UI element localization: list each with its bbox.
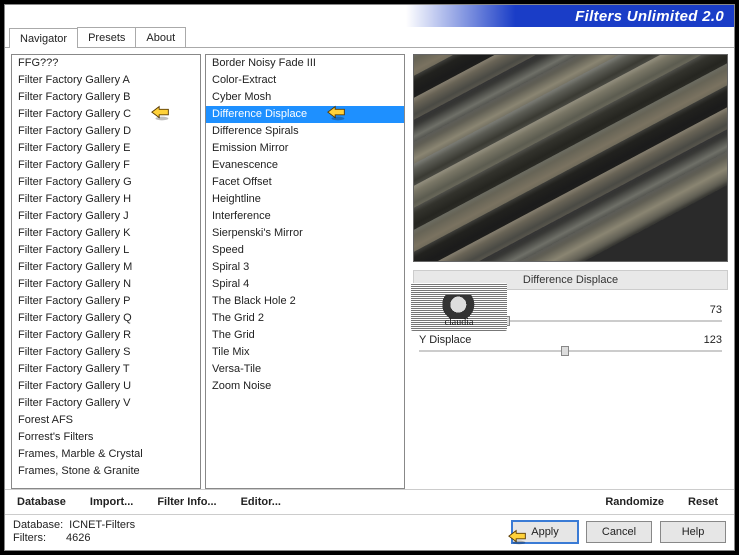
filter-item[interactable]: Emission Mirror: [206, 140, 404, 157]
filter-item[interactable]: Heightline: [206, 191, 404, 208]
param-value: 123: [704, 334, 722, 346]
category-item[interactable]: Filter Factory Gallery R: [12, 327, 200, 344]
filter-item[interactable]: Sierpenski's Mirror: [206, 225, 404, 242]
category-item[interactable]: Filter Factory Gallery G: [12, 174, 200, 191]
filter-item[interactable]: Difference Spirals: [206, 123, 404, 140]
status-db-value: ICNET-Filters: [69, 519, 135, 531]
category-item[interactable]: Filter Factory Gallery V: [12, 395, 200, 412]
toolbar: Database Import... Filter Info... Editor…: [5, 489, 734, 514]
category-item[interactable]: Filter Factory Gallery K: [12, 225, 200, 242]
watermark-text: claudia: [411, 317, 507, 328]
filter-item[interactable]: Interference: [206, 208, 404, 225]
category-item[interactable]: Filter Factory Gallery L: [12, 242, 200, 259]
filter-item[interactable]: Facet Offset: [206, 174, 404, 191]
filter-item[interactable]: Speed: [206, 242, 404, 259]
category-item[interactable]: Filter Factory Gallery M: [12, 259, 200, 276]
filter-item[interactable]: Zoom Noise: [206, 378, 404, 395]
category-item[interactable]: Forrest's Filters: [12, 429, 200, 446]
slider-thumb[interactable]: [561, 346, 569, 356]
param-slider[interactable]: [419, 350, 722, 352]
title-bar: Filters Unlimited 2.0: [5, 5, 734, 27]
help-button[interactable]: Help: [660, 521, 726, 543]
randomize-button[interactable]: Randomize: [605, 496, 664, 508]
filter-item[interactable]: Tile Mix: [206, 344, 404, 361]
app-title: Filters Unlimited 2.0: [575, 8, 724, 25]
app-window: Filters Unlimited 2.0 NavigatorPresetsAb…: [4, 4, 735, 551]
tabs-row: NavigatorPresetsAbout: [5, 27, 734, 48]
category-item[interactable]: Filter Factory Gallery F: [12, 157, 200, 174]
filter-item[interactable]: Color-Extract: [206, 72, 404, 89]
category-item[interactable]: Filter Factory Gallery B: [12, 89, 200, 106]
category-item[interactable]: Filter Factory Gallery J: [12, 208, 200, 225]
filter-item[interactable]: Spiral 4: [206, 276, 404, 293]
category-item[interactable]: Frames, Stone & Granite: [12, 463, 200, 480]
status-bar: Database: ICNET-Filters Filters: 4626 Ap…: [5, 514, 734, 550]
pointer-icon: [326, 104, 348, 122]
database-button[interactable]: Database: [17, 496, 66, 508]
filter-item[interactable]: Evanescence: [206, 157, 404, 174]
category-item[interactable]: Frames, Marble & Crystal: [12, 446, 200, 463]
status-filters-label: Filters:: [13, 532, 46, 544]
filter-item[interactable]: Cyber Mosh: [206, 89, 404, 106]
filter-list-panel: Border Noisy Fade IIIColor-ExtractCyber …: [205, 54, 405, 489]
category-list-panel: FFG???Filter Factory Gallery AFilter Fac…: [11, 54, 201, 489]
filter-item[interactable]: Difference Displace: [206, 106, 404, 123]
watermark-overlay: claudia: [411, 283, 507, 331]
filter-info-button[interactable]: Filter Info...: [157, 496, 216, 508]
status-db-label: Database:: [13, 519, 63, 531]
filter-item[interactable]: The Black Hole 2: [206, 293, 404, 310]
category-item[interactable]: Filter Factory Gallery H: [12, 191, 200, 208]
apply-button[interactable]: Apply: [512, 521, 578, 543]
filter-item[interactable]: Spiral 3: [206, 259, 404, 276]
reset-button[interactable]: Reset: [688, 496, 718, 508]
import-button[interactable]: Import...: [90, 496, 133, 508]
main-area: FFG???Filter Factory Gallery AFilter Fac…: [5, 48, 734, 489]
cancel-button[interactable]: Cancel: [586, 521, 652, 543]
right-panel: Difference Displace X Displace73Y Displa…: [409, 54, 728, 489]
category-item[interactable]: Filter Factory Gallery T: [12, 361, 200, 378]
category-item[interactable]: Filter Factory Gallery D: [12, 123, 200, 140]
category-item[interactable]: Filter Factory Gallery P: [12, 293, 200, 310]
category-item[interactable]: Filter Factory Gallery N: [12, 276, 200, 293]
category-item[interactable]: Filter Factory Gallery A: [12, 72, 200, 89]
preview-image: [413, 54, 728, 262]
pointer-icon: [150, 104, 172, 122]
category-item[interactable]: Filter Factory Gallery Q: [12, 310, 200, 327]
tab-about[interactable]: About: [135, 27, 186, 47]
status-filters-value: 4626: [66, 532, 90, 544]
tab-navigator[interactable]: Navigator: [9, 28, 78, 48]
category-item[interactable]: Filter Factory Gallery S: [12, 344, 200, 361]
param-value: 73: [710, 304, 722, 316]
category-list[interactable]: FFG???Filter Factory Gallery AFilter Fac…: [12, 55, 200, 488]
filter-item[interactable]: The Grid 2: [206, 310, 404, 327]
pointer-icon: [507, 528, 529, 546]
editor-button[interactable]: Editor...: [241, 496, 281, 508]
category-item[interactable]: Forest AFS: [12, 412, 200, 429]
param-label: Y Displace: [419, 334, 471, 346]
category-item[interactable]: FFG???: [12, 55, 200, 72]
tab-presets[interactable]: Presets: [77, 27, 136, 47]
category-item[interactable]: Filter Factory Gallery E: [12, 140, 200, 157]
filter-item[interactable]: Border Noisy Fade III: [206, 55, 404, 72]
category-item[interactable]: Filter Factory Gallery U: [12, 378, 200, 395]
filter-item[interactable]: Versa-Tile: [206, 361, 404, 378]
filter-item[interactable]: The Grid: [206, 327, 404, 344]
filter-list[interactable]: Border Noisy Fade IIIColor-ExtractCyber …: [206, 55, 404, 488]
category-item[interactable]: Filter Factory Gallery C: [12, 106, 200, 123]
param-row: Y Displace 123: [415, 334, 726, 346]
